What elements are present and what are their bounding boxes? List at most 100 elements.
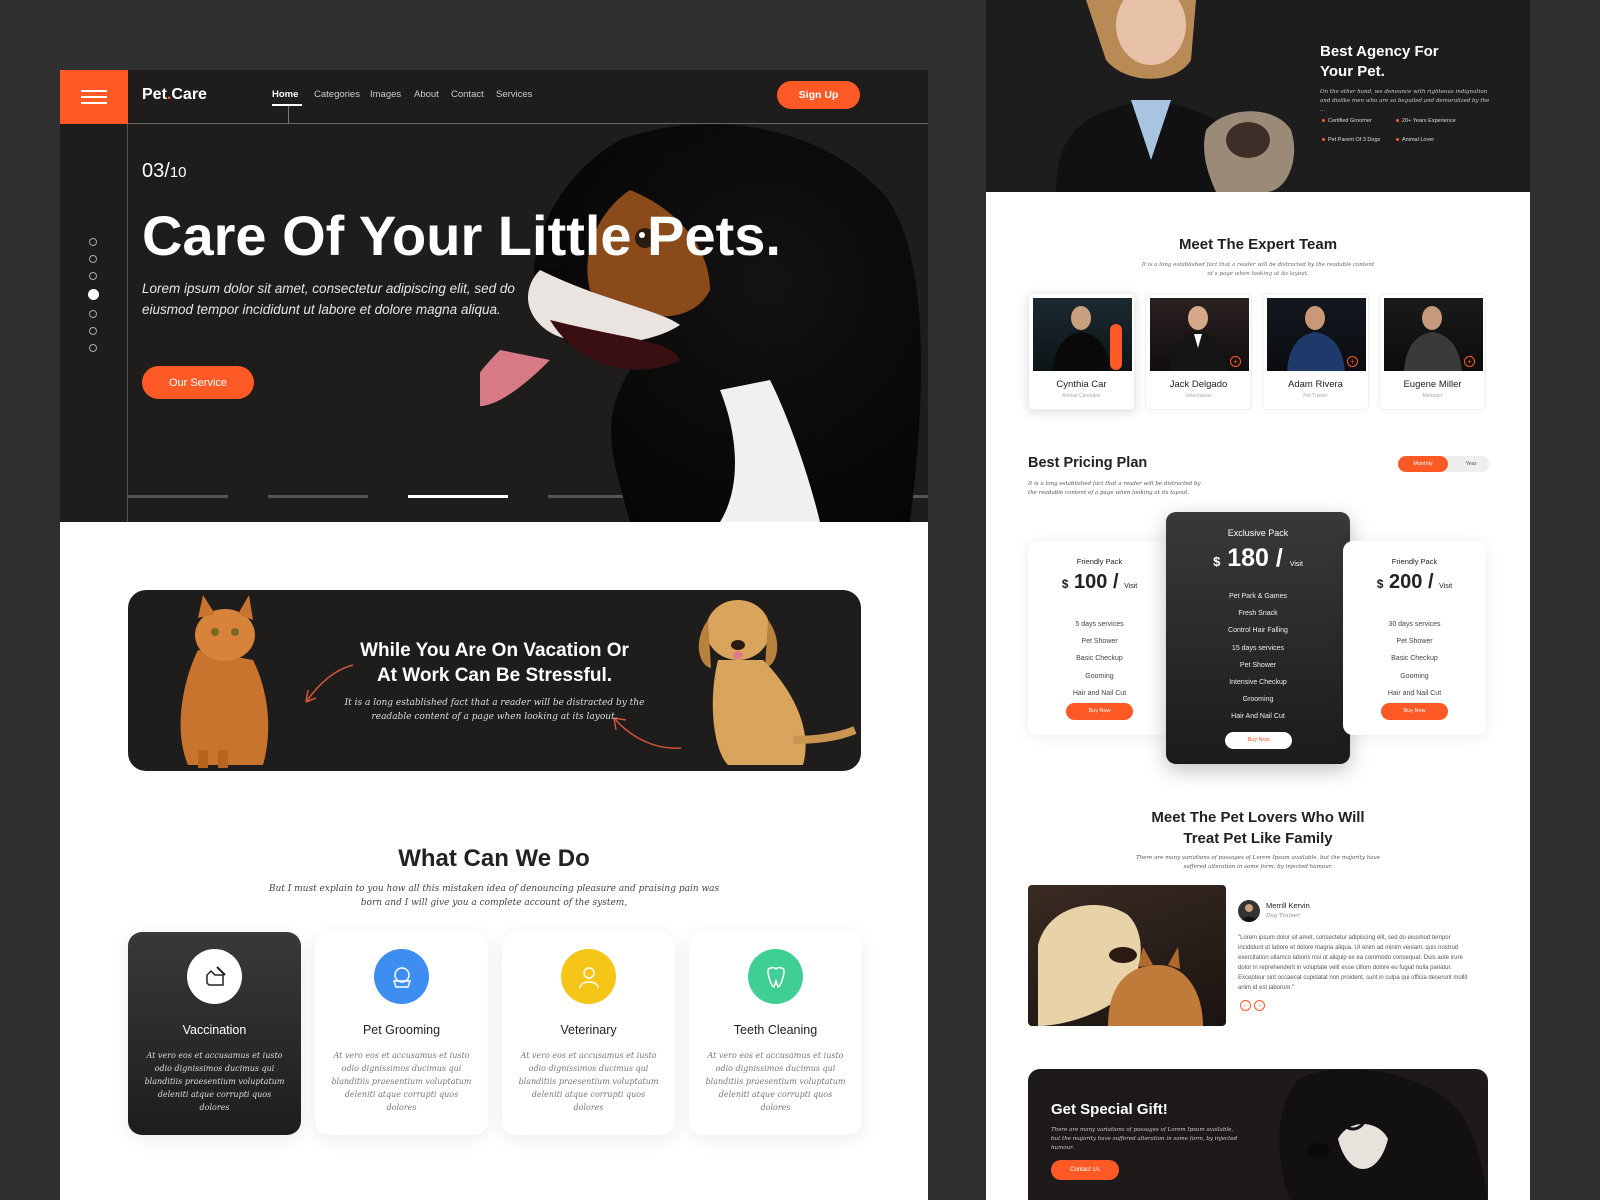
member-photo bbox=[1033, 298, 1132, 371]
plan-price: $ 100 / Visit bbox=[1061, 571, 1138, 593]
member-role: Veterinarian bbox=[1185, 393, 1212, 399]
team-card-adam[interactable]: + Adam Rivera Pet Trainer bbox=[1262, 293, 1369, 410]
plan-features: Pet Park & Games Fresh Snack Control Hai… bbox=[1166, 588, 1350, 726]
member-photo: + bbox=[1384, 298, 1483, 371]
hero-subtitle: Lorem ipsum dolor sit amet, consectetur … bbox=[142, 281, 515, 317]
service-name: Veterinary bbox=[560, 1023, 617, 1037]
member-photo: + bbox=[1267, 298, 1366, 371]
service-desc: At vero eos et accusamus et iusto odio d… bbox=[705, 1051, 846, 1112]
agency-feature: Pet Parent Of 3 Dogs bbox=[1322, 137, 1380, 143]
buy-now-button[interactable]: Buy Now bbox=[1066, 703, 1133, 720]
social-links[interactable] bbox=[1110, 324, 1122, 370]
hero-title: Care Of Your Little Pets. bbox=[142, 204, 781, 267]
slide-dot[interactable] bbox=[89, 327, 97, 335]
dog-and-cat-photo bbox=[1028, 885, 1226, 1026]
logo[interactable]: Pet.Care bbox=[142, 86, 207, 104]
agency-subtitle: On the other hand, we denounce with righ… bbox=[1320, 89, 1490, 113]
toggle-year[interactable]: Year bbox=[1453, 456, 1489, 472]
member-role: Pet Trainer bbox=[1303, 393, 1328, 399]
nav-contact[interactable]: Contact bbox=[451, 89, 484, 100]
service-card-veterinary[interactable]: Veterinary At vero eos et accusamus et i… bbox=[502, 932, 675, 1135]
plan-name: Friendly Pack bbox=[1391, 557, 1438, 566]
woman-with-dog-photo bbox=[1056, 0, 1295, 192]
agency-section: Best Agency For Your Pet. On the other ha… bbox=[986, 0, 1530, 192]
service-card-teeth-cleaning[interactable]: Teeth Cleaning At vero eos et accusamus … bbox=[689, 932, 862, 1135]
testimonial-quote: "Lorem ipsum dolor sit amet, consectetur… bbox=[1238, 935, 1468, 991]
team-card-eugene[interactable]: + Eugene Miller Manager bbox=[1379, 293, 1486, 410]
plan-feature: Gooming bbox=[1400, 672, 1429, 680]
services-subtitle: But I must explain to you how all this m… bbox=[268, 884, 720, 908]
plan-feature: Hair and Nail Cut bbox=[1387, 689, 1442, 697]
team-subtitle: It is a long established fact that a rea… bbox=[1141, 262, 1375, 277]
gift-subtitle: There are many variations of passages of… bbox=[1051, 1127, 1238, 1151]
slide-dot[interactable] bbox=[89, 310, 97, 318]
nav-about[interactable]: About bbox=[414, 89, 439, 100]
prev-arrow-icon[interactable]: ← bbox=[1240, 1000, 1251, 1011]
slide-counter: 03/10 bbox=[142, 160, 187, 182]
team-card-jack[interactable]: + Jack Delgado Veterinarian bbox=[1145, 293, 1252, 410]
team-card-cynthia[interactable]: Cynthia Car Animal Caretaker bbox=[1028, 293, 1135, 410]
hamburger-menu-button[interactable] bbox=[60, 70, 128, 124]
agency-feature: Animal Lover bbox=[1396, 137, 1434, 143]
toggle-monthly[interactable]: Monthly bbox=[1398, 456, 1448, 472]
plan-feature: 30 days services bbox=[1388, 621, 1441, 628]
agency-feature: 20+ Years Experience bbox=[1396, 118, 1456, 124]
slide-bar[interactable] bbox=[128, 495, 228, 498]
member-name: Eugene Miller bbox=[1403, 379, 1462, 390]
dog-photo bbox=[480, 124, 922, 522]
testimonial-role: Dog Trainer bbox=[1266, 913, 1300, 919]
service-name: Pet Grooming bbox=[362, 1023, 441, 1037]
plus-icon[interactable]: + bbox=[1230, 356, 1241, 367]
testimonial-name: Merrill Kervin bbox=[1266, 901, 1310, 910]
plan-feature: Pet Shower bbox=[1081, 638, 1118, 646]
teeth-icon bbox=[748, 949, 803, 1004]
plan-feature: Hair And Nail Cut bbox=[1231, 713, 1285, 721]
plan-feature: Pet Park & Games bbox=[1229, 593, 1287, 600]
slide-dot[interactable] bbox=[89, 255, 97, 263]
plan-card-200: Friendly Pack $ 200 / Visit 30 days serv… bbox=[1343, 541, 1486, 735]
plan-feature: Pet Shower bbox=[1239, 661, 1277, 669]
nav-categories[interactable]: Categories bbox=[314, 89, 360, 100]
nav-active-underline bbox=[272, 104, 302, 106]
service-card-vaccination[interactable]: Vaccination At vero eos et accusamus et … bbox=[128, 932, 301, 1135]
service-name: Vaccination bbox=[182, 1023, 247, 1037]
member-name: Adam Rivera bbox=[1288, 379, 1343, 390]
nav-tick bbox=[288, 106, 289, 124]
slide-dot[interactable] bbox=[89, 238, 97, 246]
contact-us-button[interactable]: Contact Us bbox=[1051, 1160, 1119, 1180]
plan-feature: Control Hair Falling bbox=[1228, 627, 1288, 635]
member-name: Cynthia Car bbox=[1056, 379, 1107, 390]
plan-card-180: Exclusive Pack $ 180 / Visit Pet Park & … bbox=[1166, 512, 1350, 764]
plan-name: Exclusive Pack bbox=[1227, 528, 1289, 538]
plan-feature: 15 days services bbox=[1231, 644, 1285, 652]
nav-images[interactable]: Images bbox=[370, 89, 401, 100]
grooming-icon bbox=[374, 949, 429, 1004]
signup-button[interactable]: Sign Up bbox=[777, 81, 860, 109]
nav-home[interactable]: Home bbox=[272, 89, 298, 100]
plan-feature: 5 days services bbox=[1075, 621, 1124, 628]
lovers-subtitle: There are many variations of passages of… bbox=[1136, 855, 1380, 870]
buy-now-button[interactable]: Buy Now bbox=[1381, 703, 1448, 720]
plan-price: $ 200 / Visit bbox=[1376, 571, 1453, 593]
next-arrow-icon[interactable]: → bbox=[1254, 1000, 1265, 1011]
service-card-grooming[interactable]: Pet Grooming At vero eos et accusamus et… bbox=[315, 932, 488, 1135]
slide-bar[interactable] bbox=[268, 495, 368, 498]
vacation-subtitle: It is a long established fact that a rea… bbox=[344, 698, 645, 722]
buy-now-button[interactable]: Buy Now bbox=[1225, 732, 1292, 749]
service-desc: At vero eos et accusamus et iusto odio d… bbox=[331, 1051, 472, 1112]
plan-feature: Grooming bbox=[1242, 696, 1274, 704]
plan-feature: Pet Shower bbox=[1396, 638, 1433, 646]
plan-feature: Gooming bbox=[1085, 672, 1114, 680]
slide-dot[interactable] bbox=[89, 272, 97, 280]
our-service-button[interactable]: Our Service bbox=[142, 366, 254, 399]
nav-services[interactable]: Services bbox=[496, 89, 532, 100]
slide-dot[interactable] bbox=[89, 344, 97, 352]
veterinary-icon bbox=[561, 949, 616, 1004]
inner-page-mockup: Best Agency For Your Pet. On the other ha… bbox=[986, 0, 1530, 1200]
plus-icon[interactable]: + bbox=[1464, 356, 1475, 367]
landing-page-mockup: Pet.Care Home Categories Images About Co… bbox=[60, 70, 928, 1200]
plan-feature: Fresh Snack bbox=[1238, 610, 1278, 618]
pricing-title: Best Pricing Plan bbox=[1028, 455, 1148, 471]
plus-icon[interactable]: + bbox=[1347, 356, 1358, 367]
slide-dot-active[interactable] bbox=[88, 289, 99, 300]
